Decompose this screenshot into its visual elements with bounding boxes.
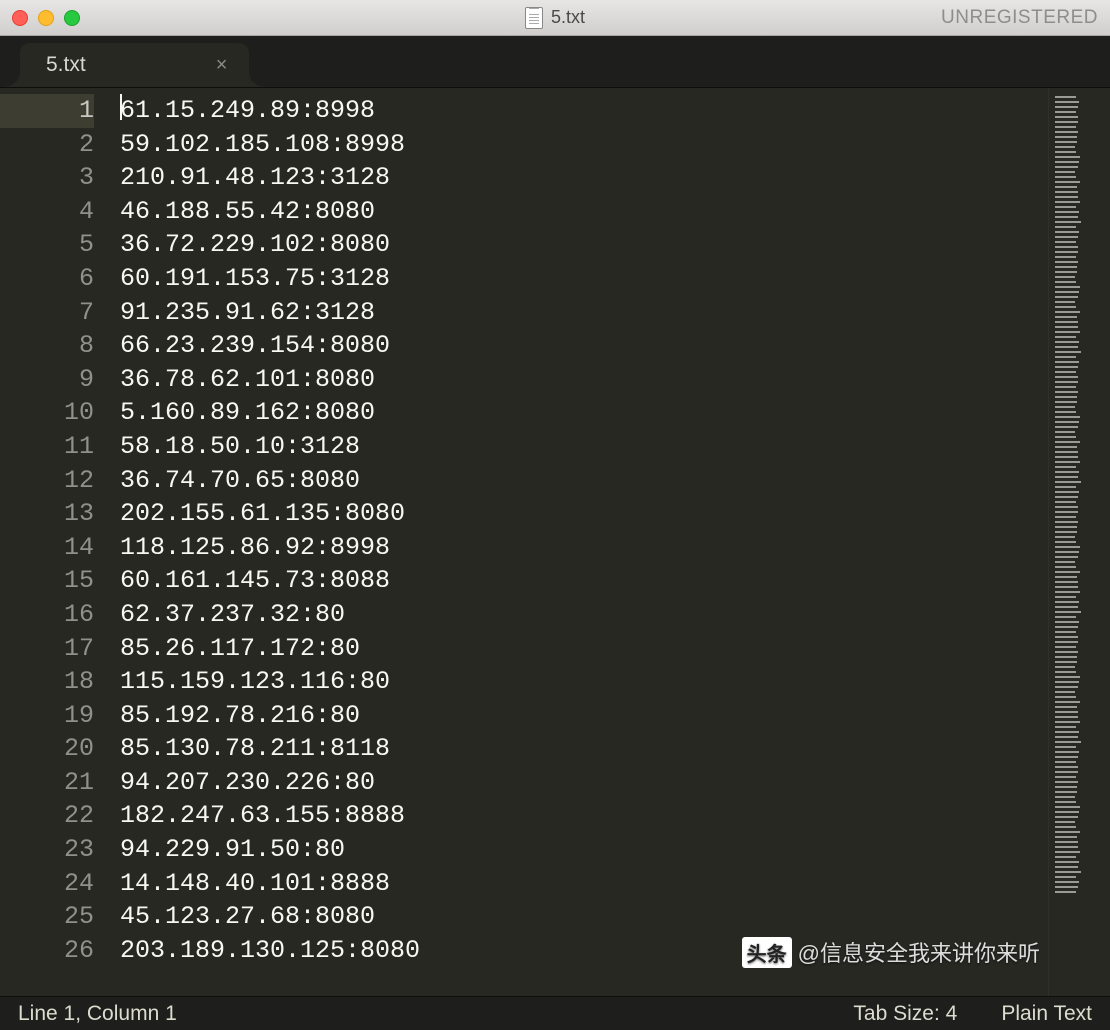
code-line[interactable]: 60.191.153.75:3128 [120, 262, 1048, 296]
close-window-button[interactable] [12, 10, 28, 26]
tab-size-field[interactable]: Tab Size: 4 [831, 1002, 979, 1026]
code-line[interactable]: 61.15.249.89:8998 [120, 94, 1048, 128]
code-line[interactable]: 85.26.117.172:80 [120, 632, 1048, 666]
line-number: 2 [0, 128, 94, 162]
text-cursor [120, 94, 122, 120]
window-title-text: 5.txt [551, 7, 585, 28]
code-line[interactable]: 182.247.63.155:8888 [120, 799, 1048, 833]
line-number: 21 [0, 766, 94, 800]
document-icon [525, 7, 543, 29]
line-number: 4 [0, 195, 94, 229]
editor-area: 1234567891011121314151617181920212223242… [0, 88, 1110, 996]
line-number: 25 [0, 900, 94, 934]
code-line[interactable]: 94.207.230.226:80 [120, 766, 1048, 800]
code-line[interactable]: 14.148.40.101:8888 [120, 867, 1048, 901]
window-titlebar: 5.txt UNREGISTERED [0, 0, 1110, 36]
watermark: 头条 @信息安全我来讲你来听 [742, 936, 1040, 968]
line-number: 24 [0, 867, 94, 901]
line-number: 11 [0, 430, 94, 464]
code-line[interactable]: 66.23.239.154:8080 [120, 329, 1048, 363]
code-line[interactable]: 60.161.145.73:8088 [120, 564, 1048, 598]
tab-label: 5.txt [46, 53, 86, 77]
code-line[interactable]: 85.192.78.216:80 [120, 699, 1048, 733]
text-editor[interactable]: 1234567891011121314151617181920212223242… [0, 88, 1048, 996]
code-line[interactable]: 62.37.237.32:80 [120, 598, 1048, 632]
zoom-window-button[interactable] [64, 10, 80, 26]
code-content[interactable]: 61.15.249.89:899859.102.185.108:8998210.… [112, 88, 1048, 996]
line-number: 17 [0, 632, 94, 666]
line-number: 12 [0, 464, 94, 498]
line-number: 22 [0, 799, 94, 833]
cursor-position[interactable]: Line 1, Column 1 [18, 1002, 199, 1026]
code-line[interactable]: 5.160.89.162:8080 [120, 396, 1048, 430]
line-number: 26 [0, 934, 94, 968]
code-line[interactable]: 115.159.123.116:80 [120, 665, 1048, 699]
line-number: 20 [0, 732, 94, 766]
code-line[interactable]: 36.74.70.65:8080 [120, 464, 1048, 498]
line-number: 7 [0, 296, 94, 330]
code-line[interactable]: 91.235.91.62:3128 [120, 296, 1048, 330]
line-number: 10 [0, 396, 94, 430]
line-number: 3 [0, 161, 94, 195]
minimize-window-button[interactable] [38, 10, 54, 26]
line-number: 23 [0, 833, 94, 867]
minimap[interactable] [1048, 88, 1110, 996]
watermark-text: @信息安全我来讲你来听 [798, 936, 1040, 968]
line-number-gutter: 1234567891011121314151617181920212223242… [0, 88, 112, 996]
syntax-field[interactable]: Plain Text [979, 1002, 1092, 1026]
line-number: 9 [0, 363, 94, 397]
line-number: 16 [0, 598, 94, 632]
line-number: 13 [0, 497, 94, 531]
tab-bar: 5.txt × [0, 36, 1110, 88]
traffic-lights [12, 10, 80, 26]
line-number: 6 [0, 262, 94, 296]
watermark-logo: 头条 [742, 937, 792, 968]
code-line[interactable]: 58.18.50.10:3128 [120, 430, 1048, 464]
tab-file[interactable]: 5.txt × [20, 43, 249, 87]
code-line[interactable]: 85.130.78.211:8118 [120, 732, 1048, 766]
line-number: 1 [0, 94, 94, 128]
code-line[interactable]: 59.102.185.108:8998 [120, 128, 1048, 162]
line-number: 14 [0, 531, 94, 565]
code-line[interactable]: 36.72.229.102:8080 [120, 228, 1048, 262]
code-line[interactable]: 118.125.86.92:8998 [120, 531, 1048, 565]
line-number: 8 [0, 329, 94, 363]
window-title: 5.txt [525, 7, 585, 29]
code-line[interactable]: 210.91.48.123:3128 [120, 161, 1048, 195]
registration-status: UNREGISTERED [941, 7, 1098, 29]
code-line[interactable]: 202.155.61.135:8080 [120, 497, 1048, 531]
line-number: 18 [0, 665, 94, 699]
code-line[interactable]: 36.78.62.101:8080 [120, 363, 1048, 397]
line-number: 19 [0, 699, 94, 733]
code-line[interactable]: 46.188.55.42:8080 [120, 195, 1048, 229]
line-number: 15 [0, 564, 94, 598]
close-tab-icon[interactable]: × [216, 54, 228, 77]
status-bar: Line 1, Column 1 Tab Size: 4 Plain Text [0, 996, 1110, 1030]
code-line[interactable]: 45.123.27.68:8080 [120, 900, 1048, 934]
code-line[interactable]: 94.229.91.50:80 [120, 833, 1048, 867]
line-number: 5 [0, 228, 94, 262]
